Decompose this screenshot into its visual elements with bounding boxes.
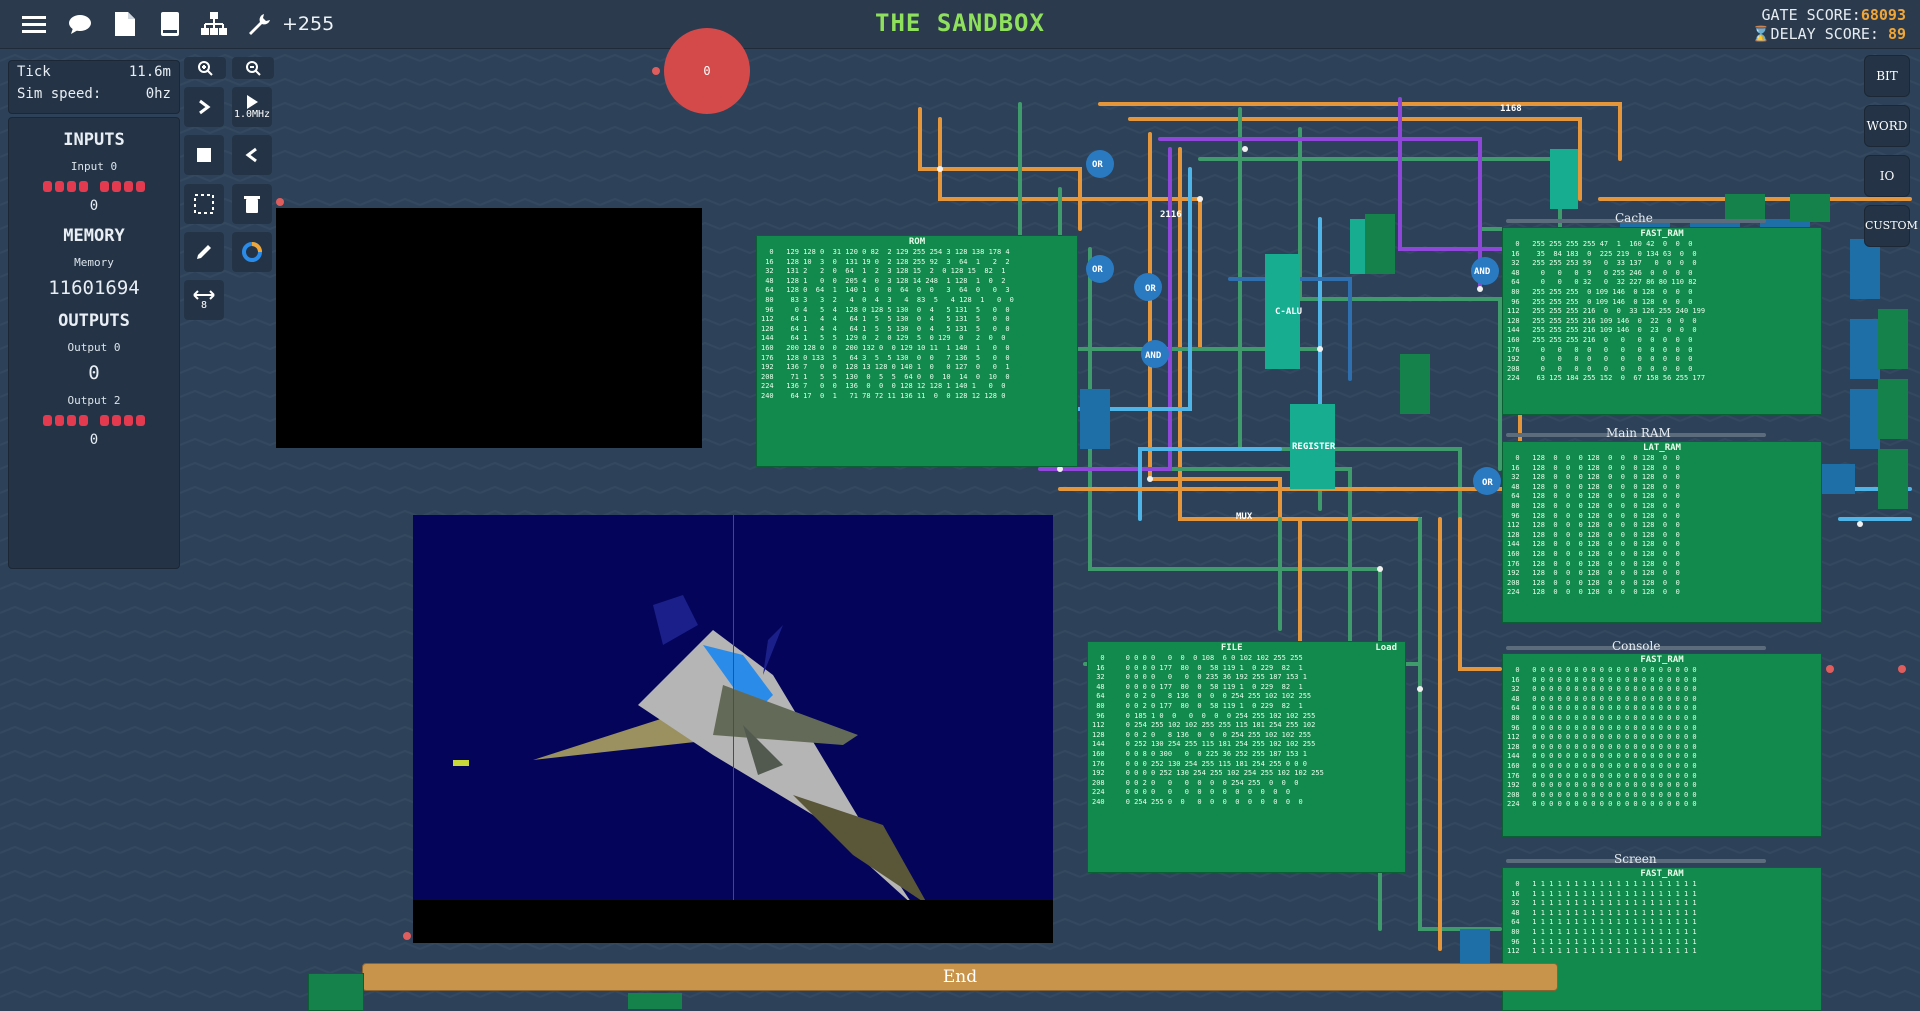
width-arrows-icon: [193, 289, 215, 300]
step-back-button[interactable]: [232, 135, 272, 175]
score-panel: GATE SCORE:68093 ⌛DELAY SCORE: 89: [1752, 6, 1906, 44]
chevron-left-icon: [245, 147, 257, 163]
input0-value: 0: [89, 198, 99, 214]
zoom-out-button[interactable]: [232, 57, 274, 79]
svg-text:1168: 1168: [1500, 104, 1522, 114]
main-ram-label: Main RAM: [1606, 426, 1671, 440]
rom-block[interactable]: ROM 0 129 128 0 31 120 0 82 2 129 255 25…: [756, 235, 1078, 467]
svg-text:AND: AND: [1145, 351, 1162, 361]
memory-label: Memory: [74, 256, 114, 269]
chevron-right-icon: [199, 99, 211, 115]
select-tool-button[interactable]: [184, 184, 224, 224]
color-wheel-icon: [242, 242, 262, 262]
inputs-heading: INPUTS: [63, 130, 125, 150]
sim-speed-value: 0hz: [145, 86, 171, 102]
console-ram-block[interactable]: FAST_RAM 0 0 0 0 0 0 0 0 0 0 0 0 0 0 0 0…: [1502, 653, 1822, 837]
zoom-in-button[interactable]: [184, 57, 226, 79]
input0-leds[interactable]: [9, 181, 179, 192]
svg-text:C-ALU: C-ALU: [1275, 307, 1302, 317]
svg-text:REGISTER: REGISTER: [1292, 442, 1336, 452]
svg-text:OR: OR: [1145, 284, 1156, 294]
tick-value: 11.6m: [128, 64, 171, 80]
cache-label: Cache: [1615, 211, 1653, 225]
svg-text:MUX: MUX: [1236, 512, 1253, 522]
delete-button[interactable]: [232, 184, 272, 224]
svg-text:OR: OR: [1482, 478, 1493, 488]
chat-icon[interactable]: [66, 10, 94, 38]
selection-icon: [194, 194, 214, 214]
output2-value: 0: [89, 432, 99, 448]
svg-text:OR: OR: [1092, 160, 1103, 170]
wire-width-value: 8: [200, 299, 208, 311]
tab-word[interactable]: WORD: [1864, 105, 1910, 147]
tab-io[interactable]: IO: [1864, 155, 1910, 197]
run-button[interactable]: 1.0MHz: [232, 87, 272, 127]
file-title: FILE: [1220, 643, 1243, 653]
stop-icon: [197, 148, 211, 162]
file-load-button[interactable]: Load: [1375, 642, 1397, 654]
tab-custom[interactable]: CUSTOM: [1864, 205, 1918, 247]
memory-value: 11601694: [48, 277, 140, 299]
rom-contents: 0 129 128 0 31 120 0 82 2 129 255 254 3 …: [761, 248, 1014, 400]
pencil-tool-button[interactable]: [184, 232, 224, 272]
screen-bottom-bar: [413, 900, 1053, 943]
zoom-in-icon: [198, 61, 213, 76]
center-line: [733, 515, 734, 943]
clock-speed-label: 1.0MHz: [233, 108, 271, 120]
stop-button[interactable]: [184, 135, 224, 175]
trash-icon: [244, 196, 260, 213]
svg-text:AND: AND: [1474, 267, 1491, 277]
red-output-node[interactable]: 0: [664, 28, 750, 114]
component-count: +255: [282, 13, 335, 35]
wire-width-button[interactable]: 8: [184, 280, 224, 320]
delay-score-label: ⌛DELAY SCORE:: [1751, 25, 1879, 43]
tab-bit[interactable]: BIT: [1864, 55, 1910, 97]
menu-icon[interactable]: [20, 10, 48, 38]
io-panel: INPUTS Input 0 0 MEMORY Memory 11601694 …: [8, 117, 180, 569]
input0-label: Input 0: [70, 160, 118, 173]
screen-render: [413, 515, 1053, 943]
color-picker-button[interactable]: [232, 232, 272, 272]
svg-text:OR: OR: [1092, 265, 1103, 275]
outputs-heading: OUTPUTS: [58, 311, 130, 331]
bottom-component[interactable]: [628, 993, 682, 1009]
tick-label: Tick: [17, 64, 51, 80]
console-label: Console: [1612, 639, 1661, 653]
output2-label: Output 2: [67, 394, 121, 407]
play-icon: [247, 94, 258, 109]
wrench-icon[interactable]: [245, 10, 273, 38]
sim-stats-panel: Tick 11.6m Sim speed: 0hz: [8, 60, 180, 114]
gate-score-value: 68093: [1860, 6, 1906, 24]
document-icon[interactable]: [111, 10, 139, 38]
output0-label: Output 0: [67, 341, 121, 354]
lat-ram-block[interactable]: LAT_RAM 0 128 0 0 0 128 0 0 0 128 0 0 16…: [1502, 441, 1822, 623]
sim-speed-label: Sim speed:: [17, 86, 102, 102]
black-display: [276, 208, 702, 448]
step-forward-button[interactable]: [184, 87, 224, 127]
hierarchy-icon[interactable]: [200, 10, 228, 38]
const-block[interactable]: [308, 973, 364, 1011]
console-ram-title: FAST_RAM: [1640, 655, 1684, 665]
circuit-board[interactable]: OR OR OR AND AND OR MUX C-ALU REGISTER 2116 …: [0, 28, 1920, 1011]
end-button[interactable]: End: [362, 963, 1558, 991]
book-icon[interactable]: [156, 10, 184, 38]
cache-ram-block[interactable]: FAST_RAM 0 255 255 255 255 47 1 160 42 0…: [1502, 227, 1822, 415]
pencil-icon: [197, 245, 211, 259]
output0-value: 0: [88, 362, 100, 384]
screen-label: Screen: [1614, 852, 1657, 866]
output2-leds: [9, 415, 179, 426]
memory-heading: MEMORY: [63, 226, 125, 246]
screen-ram-title: FAST_RAM: [1640, 869, 1684, 879]
top-bar: +255 THE SANDBOX GATE SCORE:68093 ⌛DELAY…: [0, 0, 1920, 49]
zoom-out-icon: [246, 61, 261, 76]
delay-score-value: 89: [1887, 25, 1906, 43]
svg-text:2116: 2116: [1160, 210, 1182, 220]
rom-title: ROM: [908, 237, 926, 247]
file-block[interactable]: FILE Load 0 0 0 0 0 0 0 0 108 6 0 102 10…: [1087, 641, 1406, 873]
cache-ram-title: FAST_RAM: [1640, 229, 1684, 239]
lat-ram-title: LAT_RAM: [1643, 443, 1681, 453]
gate-score-label: GATE SCORE:: [1761, 6, 1861, 24]
